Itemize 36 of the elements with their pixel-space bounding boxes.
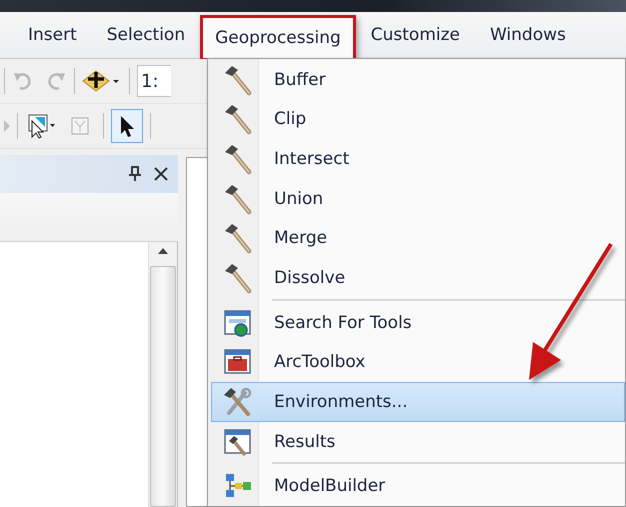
menu-item[interactable]: ModelBuilder	[211, 466, 625, 506]
menu-item[interactable]: Insert	[13, 22, 92, 48]
select-features-icon	[26, 113, 56, 139]
hammer-icon	[223, 222, 253, 254]
tool-button[interactable]	[111, 109, 143, 143]
menu-item[interactable]: Clip	[211, 100, 625, 140]
menu-item[interactable]: Intersect	[211, 139, 625, 179]
hammer-icon	[223, 143, 253, 176]
add-data-icon[interactable]	[82, 68, 122, 94]
menu-item[interactable]: Windows	[475, 22, 581, 48]
menu-item[interactable]: Selection	[92, 22, 200, 48]
hammer-icon	[223, 182, 253, 215]
hammer-icon	[223, 64, 253, 96]
hammer-icon	[223, 262, 253, 294]
menu-item[interactable]: Buffer	[211, 60, 625, 100]
search-window-icon	[223, 308, 253, 338]
pin-icon[interactable]	[128, 166, 142, 182]
scale-field[interactable]: 1:	[137, 65, 171, 97]
menu-item[interactable]: Union	[211, 178, 625, 219]
menu-item[interactable]: Results	[211, 422, 625, 462]
hammer-wrench-icon	[223, 386, 253, 417]
close-icon[interactable]	[154, 167, 168, 181]
menu-item[interactable]: Search For Tools	[211, 302, 625, 342]
menu-item[interactable]: Dissolve	[211, 258, 625, 298]
hammer-icon	[223, 103, 253, 136]
menu-item[interactable]: ArcToolbox	[211, 342, 625, 382]
scroll-up-icon[interactable]	[158, 248, 168, 254]
menu-item[interactable]: Customize	[356, 22, 475, 48]
scroll-bar[interactable]	[148, 242, 177, 507]
results-icon	[223, 426, 253, 457]
clear-selection-icon	[70, 116, 90, 136]
arrow-icon	[4, 119, 10, 133]
menu-item[interactable]: Environments...	[211, 382, 625, 422]
pointer-icon	[118, 114, 136, 138]
menu-item[interactable]: Merge	[211, 218, 625, 258]
menu-item[interactable]: Geoprocessing	[200, 15, 356, 61]
